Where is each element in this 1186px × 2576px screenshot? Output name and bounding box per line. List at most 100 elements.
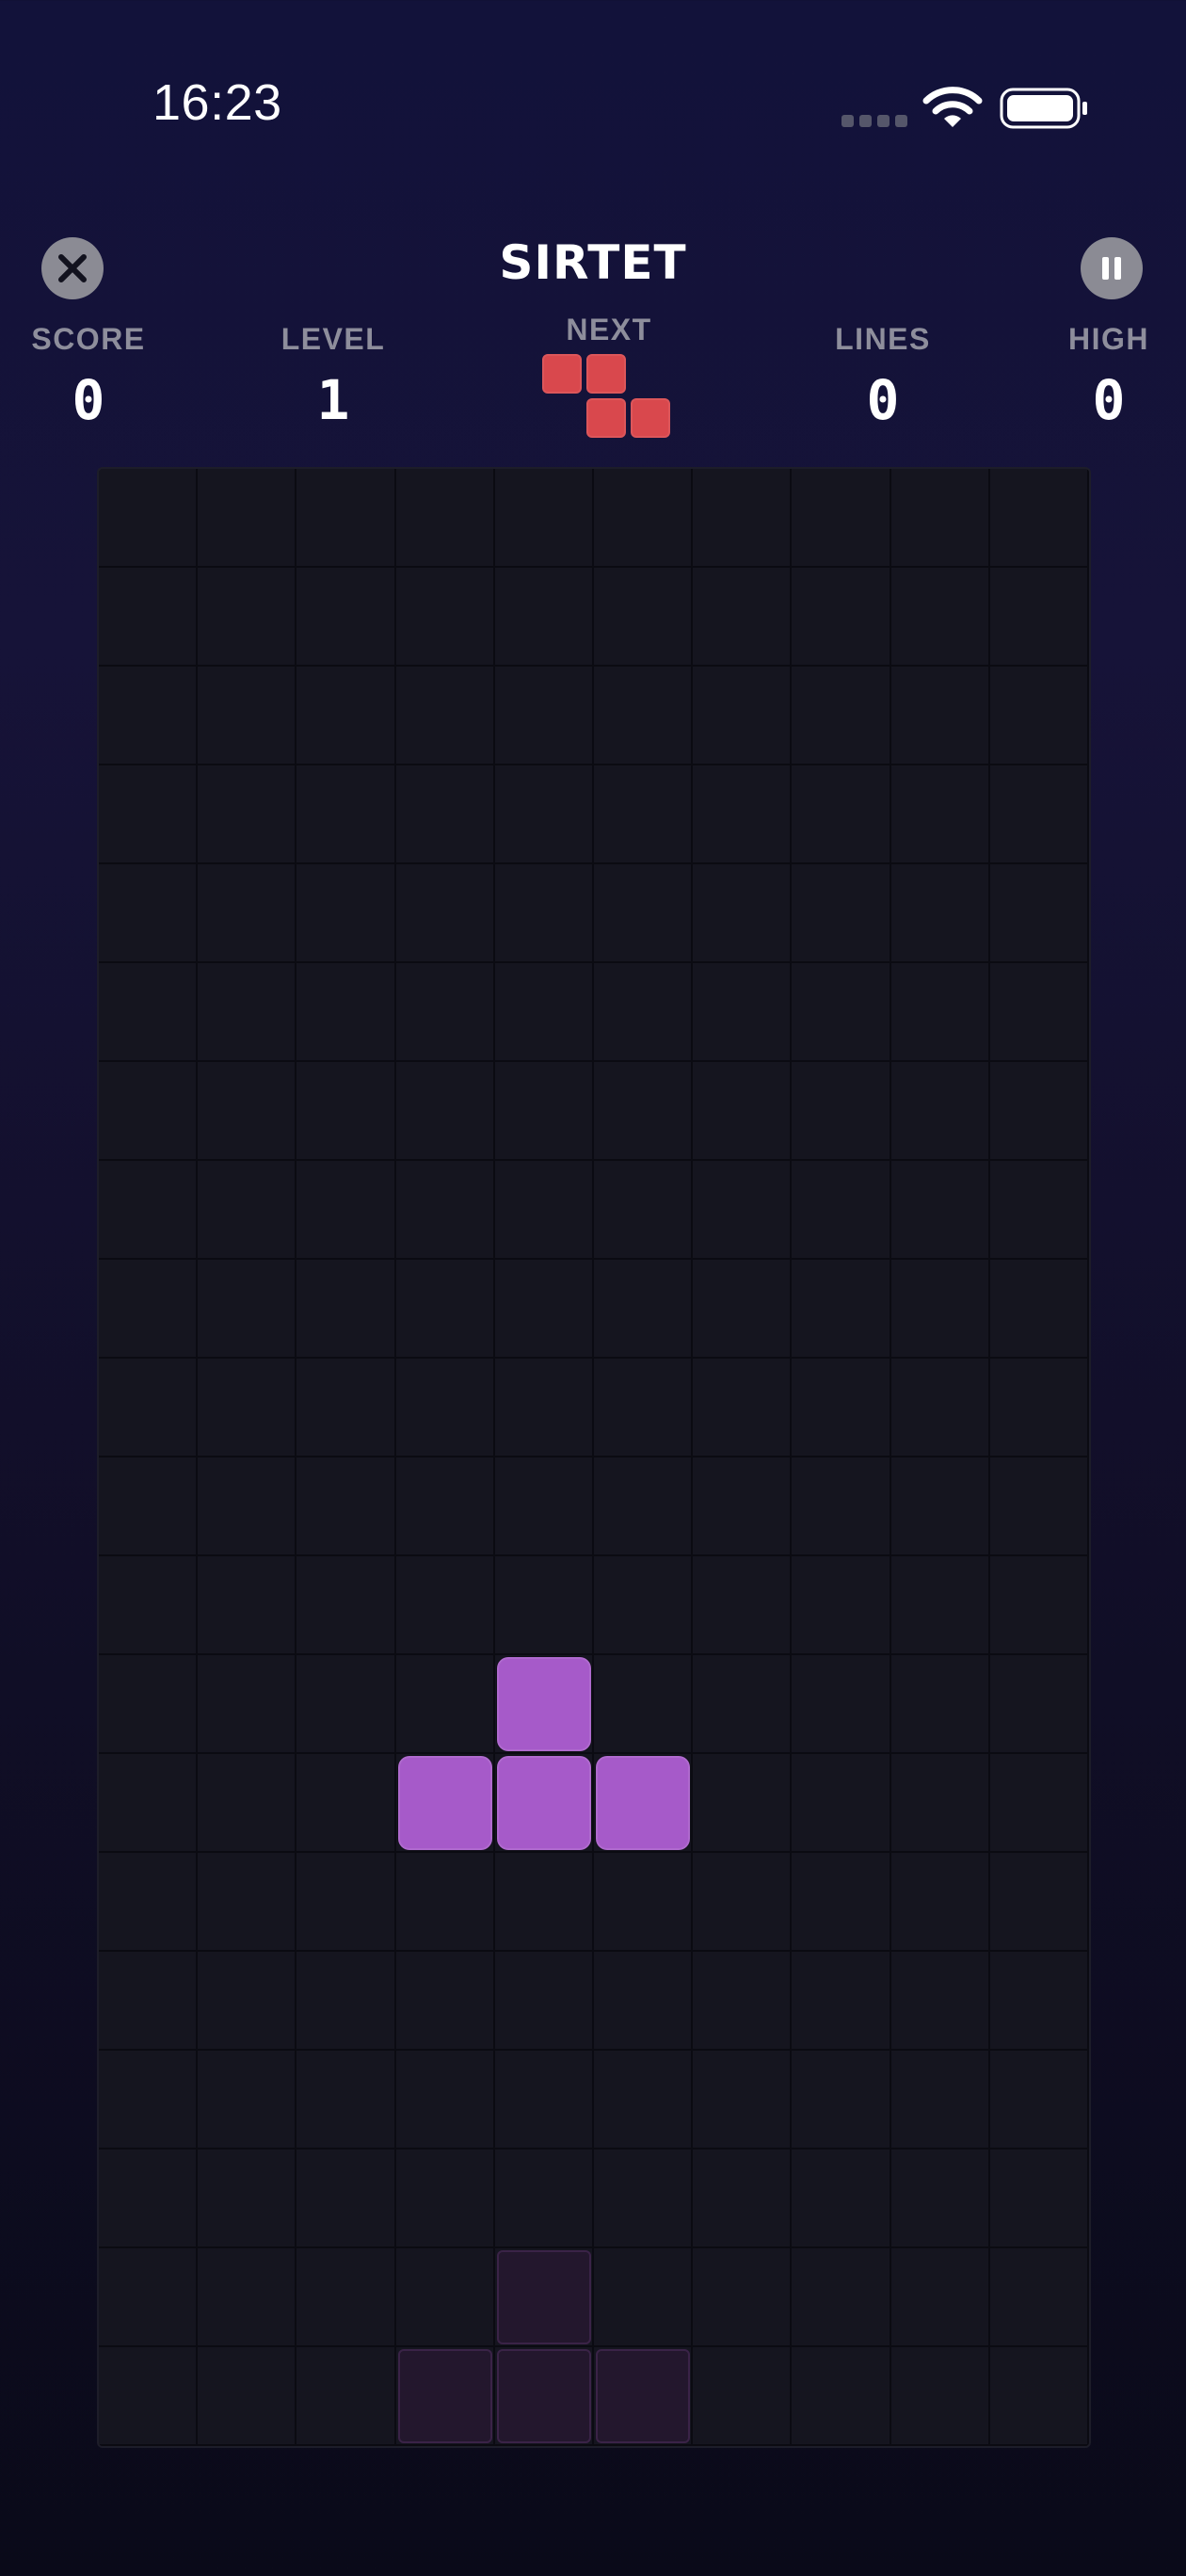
- board-cell: [890, 1359, 990, 1457]
- ghost-piece-block: [496, 2349, 591, 2443]
- board-cell: [395, 1260, 495, 1359]
- board-cell: [198, 2149, 297, 2248]
- next-piece-block: [586, 398, 626, 438]
- board-cell: [494, 568, 594, 667]
- board-cell: [989, 2149, 1089, 2248]
- board-cell: [792, 765, 891, 864]
- board-cell: [594, 1556, 694, 1655]
- level-label: LEVEL: [280, 322, 386, 356]
- board-cell: [99, 1359, 199, 1457]
- board-cell: [494, 1556, 594, 1655]
- pause-button[interactable]: [1081, 237, 1143, 299]
- lines-stat: LINES 0: [789, 322, 977, 432]
- board-cell: [494, 2051, 594, 2149]
- board-cell: [494, 1457, 594, 1556]
- board-cell: [792, 1556, 891, 1655]
- board-cell: [792, 1952, 891, 2051]
- board-cell: [296, 1359, 396, 1457]
- board-cell: [792, 1161, 891, 1260]
- board-cell: [296, 1754, 396, 1853]
- board-cell: [890, 1952, 990, 2051]
- board-cell: [594, 963, 694, 1062]
- board-cell: [792, 864, 891, 963]
- ghost-piece-block: [397, 2349, 492, 2443]
- board-cell: [395, 963, 495, 1062]
- board-cell: [693, 2149, 793, 2248]
- board-cell: [395, 2051, 495, 2149]
- board-cell: [792, 2248, 891, 2347]
- board-cell: [99, 1062, 199, 1161]
- board-cell: [395, 864, 495, 963]
- board-cell: [99, 667, 199, 765]
- board-cell: [890, 1754, 990, 1853]
- score-label: SCORE: [31, 322, 146, 356]
- board-cell: [989, 1062, 1089, 1161]
- status-time: 16:23: [152, 74, 282, 131]
- board-cell: [198, 667, 297, 765]
- board-cell: [693, 1754, 793, 1853]
- board-cell: [296, 1260, 396, 1359]
- board-cell: [989, 2347, 1089, 2446]
- board-cell: [890, 1062, 990, 1161]
- board-cell: [594, 1853, 694, 1952]
- board-cell: [296, 1161, 396, 1260]
- board-cell: [890, 963, 990, 1062]
- lines-label: LINES: [835, 322, 931, 356]
- level-stat: LEVEL 1: [239, 322, 427, 432]
- board-cell: [99, 1556, 199, 1655]
- board-cell: [989, 963, 1089, 1062]
- battery-icon: [1000, 88, 1087, 129]
- board-cell: [792, 667, 891, 765]
- signal-dots-icon: [841, 115, 907, 127]
- board-cell: [494, 1260, 594, 1359]
- board-cell: [693, 1359, 793, 1457]
- board-cell: [198, 1952, 297, 2051]
- board-cell: [99, 2051, 199, 2149]
- board-cell: [989, 2051, 1089, 2149]
- board-cell: [395, 1457, 495, 1556]
- board-cell: [792, 963, 891, 1062]
- board-cell: [989, 667, 1089, 765]
- board-cell: [296, 864, 396, 963]
- board-cell: [890, 2347, 990, 2446]
- board-cell: [989, 469, 1089, 568]
- score-stat: SCORE 0: [0, 322, 183, 432]
- board-cell: [594, 1655, 694, 1754]
- board-cell: [296, 963, 396, 1062]
- next-piece-preview: [542, 354, 678, 444]
- board-cell: [296, 2248, 396, 2347]
- board-cell: [890, 568, 990, 667]
- board-cell: [99, 2347, 199, 2446]
- wifi-icon: [922, 87, 983, 127]
- board-cell: [99, 1853, 199, 1952]
- board-cell: [693, 1853, 793, 1952]
- board-cell: [594, 1457, 694, 1556]
- board-cell: [99, 1161, 199, 1260]
- board-cell: [989, 1556, 1089, 1655]
- board-cell: [693, 2051, 793, 2149]
- level-value: 1: [316, 368, 350, 432]
- active-piece-block: [496, 1657, 591, 1751]
- board-cell: [890, 1853, 990, 1952]
- board-cell: [296, 1655, 396, 1754]
- board-cell: [395, 469, 495, 568]
- board-cell: [198, 864, 297, 963]
- board-cell: [198, 1556, 297, 1655]
- board-cell: [99, 765, 199, 864]
- board-cell: [693, 864, 793, 963]
- board-cell: [792, 1062, 891, 1161]
- board-cell: [792, 1260, 891, 1359]
- board-cell: [296, 1952, 396, 2051]
- board-cell: [99, 1754, 199, 1853]
- board-cell: [989, 864, 1089, 963]
- board-cell: [494, 1952, 594, 2051]
- board-cell: [395, 568, 495, 667]
- board-cell: [198, 1853, 297, 1952]
- high-label: HIGH: [1068, 322, 1149, 356]
- board-cell: [693, 568, 793, 667]
- board-cell: [693, 963, 793, 1062]
- board-cell: [296, 1853, 396, 1952]
- game-board[interactable]: [97, 467, 1091, 2448]
- board-cell: [296, 2347, 396, 2446]
- board-cell: [198, 1457, 297, 1556]
